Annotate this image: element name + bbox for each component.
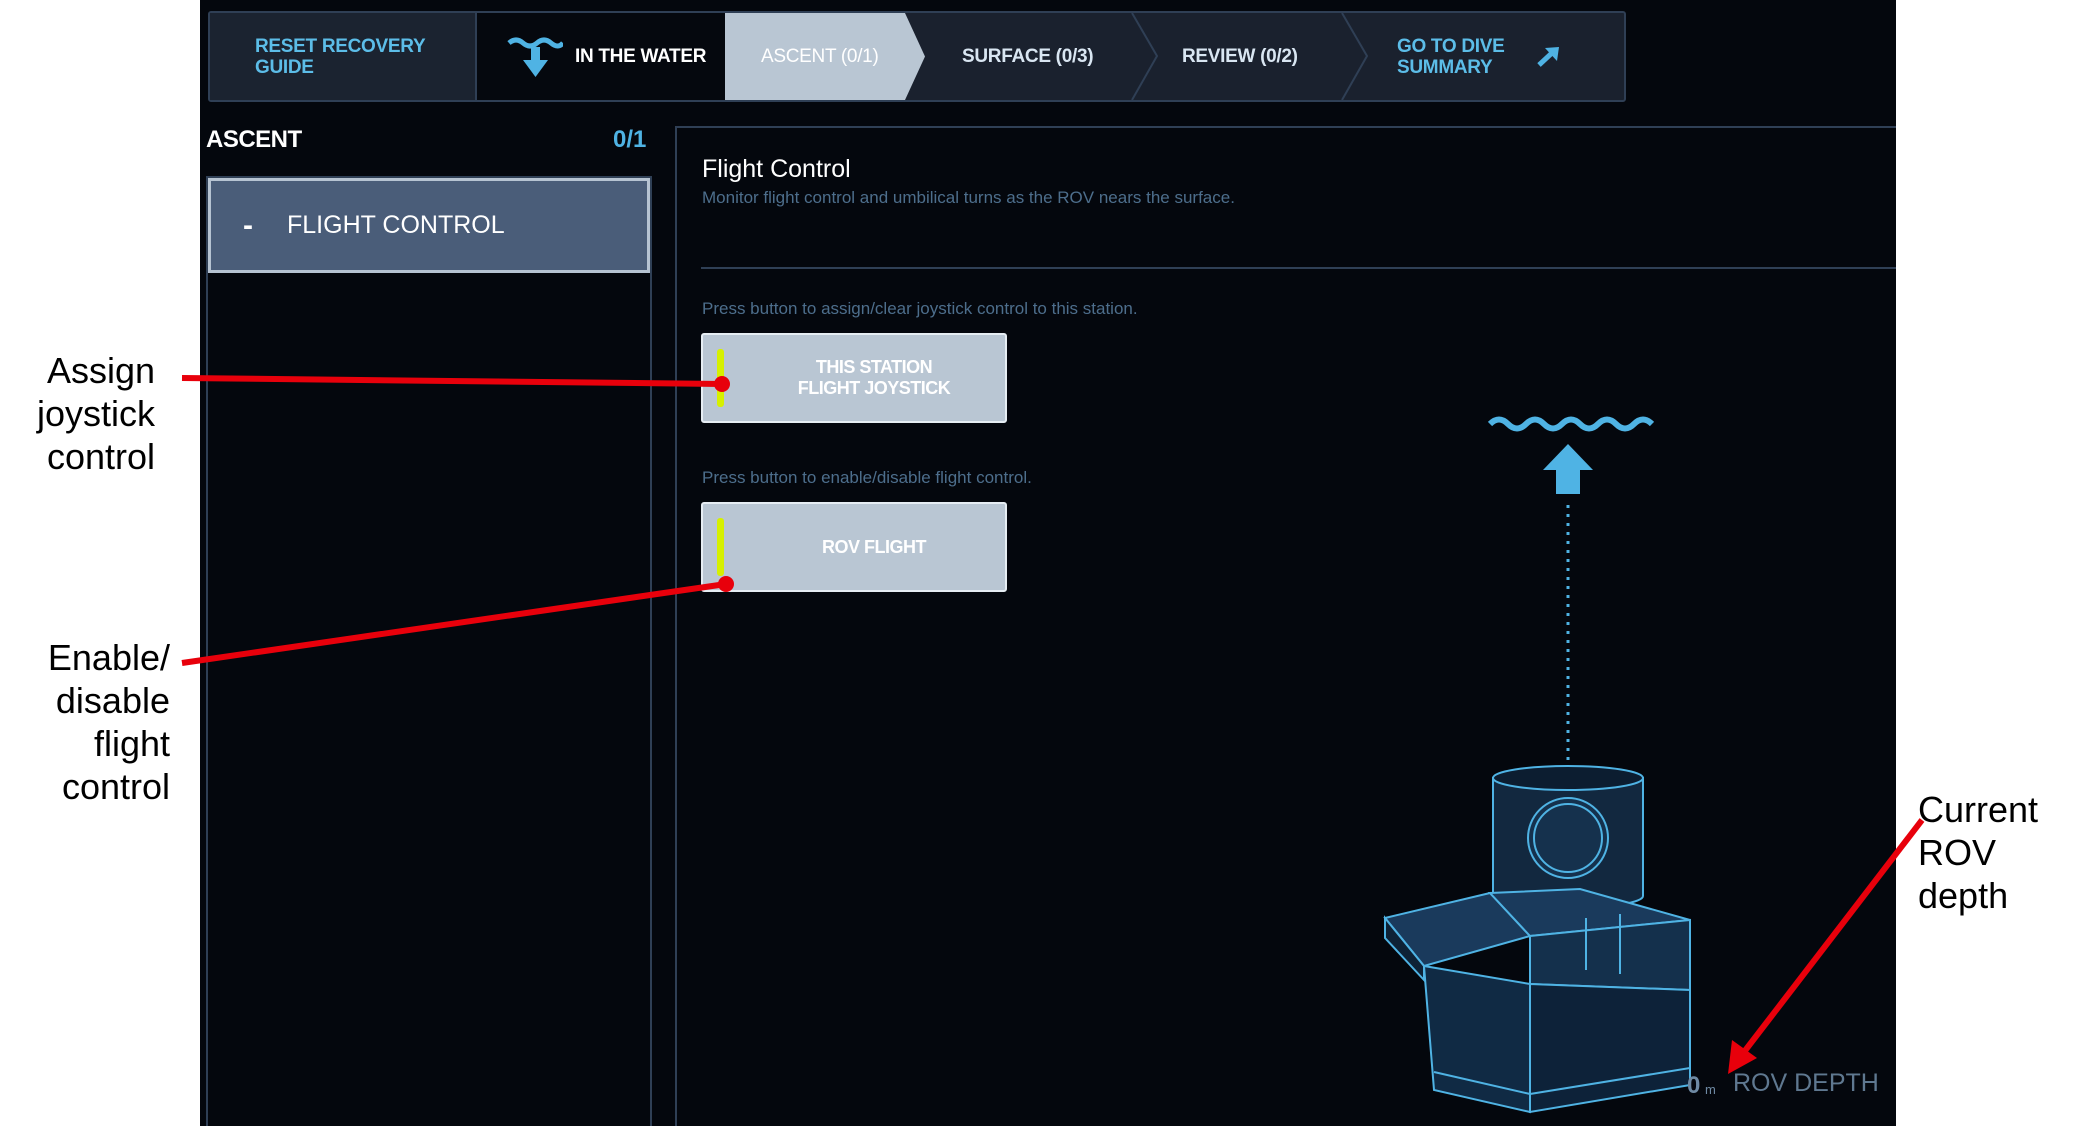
- ascend-arrow-icon: [1543, 444, 1593, 494]
- rov-icon: [1383, 765, 1691, 1114]
- assign-joystick-callout: Assign joystick control: [0, 349, 155, 478]
- rov-depth-callout: Current ROV depth: [1918, 788, 2038, 917]
- recovery-guide-screen: RESET RECOVERY GUIDE IN THE WATER ASCENT…: [200, 0, 1896, 1126]
- rov-depth-value: 0: [1687, 1072, 1701, 1099]
- callout-line: control: [61, 766, 170, 807]
- callout-line: depth: [1918, 875, 2009, 916]
- enable-flight-callout: Enable/ disable flight control: [0, 636, 170, 808]
- callout-line: Enable/: [47, 637, 170, 678]
- callout-line: flight: [93, 723, 170, 764]
- callout-line: disable: [55, 680, 170, 721]
- callout-line: joystick: [36, 393, 155, 434]
- rov-depth-label: ROV DEPTH: [1733, 1069, 1879, 1097]
- surface-wave-icon: [1487, 416, 1655, 432]
- rov-depth-unit: m: [1705, 1082, 1716, 1097]
- callout-line: control: [46, 436, 155, 477]
- callout-line: Current: [1918, 789, 2039, 830]
- callout-line: Assign: [46, 350, 155, 391]
- rov-ascent-graphic: [1383, 416, 1691, 1114]
- callout-line: ROV: [1918, 832, 1997, 873]
